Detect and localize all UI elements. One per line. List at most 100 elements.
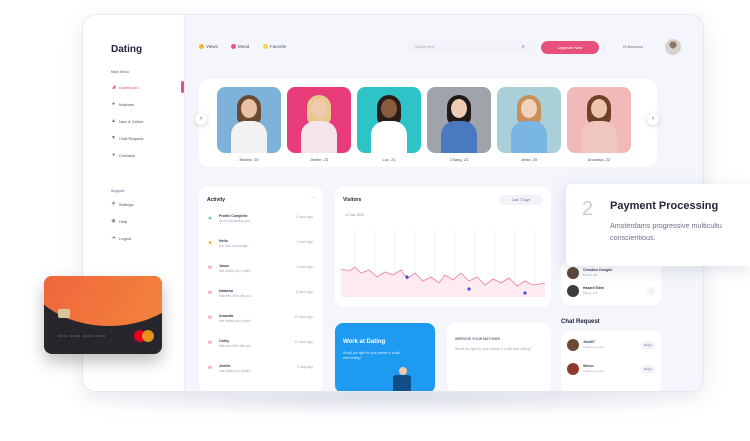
- avatar[interactable]: [665, 39, 681, 55]
- main-menu-label: Main Menu: [111, 70, 130, 74]
- profile-name: Jenifer, 23: [309, 157, 329, 162]
- profile-photo: [427, 87, 491, 153]
- activity-time: 12 hours ago: [294, 340, 313, 344]
- avatar: [567, 285, 579, 297]
- svg-text:∙∙: ∙∙: [493, 226, 495, 230]
- profile-photo: [287, 87, 351, 153]
- profile-card[interactable]: Lux, 21: [357, 87, 421, 162]
- sidebar-item-logout[interactable]: ➜ Logout: [111, 233, 131, 243]
- more-icon[interactable]: ···: [310, 195, 315, 201]
- sidebar-item-help[interactable]: ◉ Help: [111, 216, 127, 226]
- work-title: Work at Dating: [343, 339, 386, 345]
- people-icon: ●: [111, 101, 116, 107]
- sidebar-item-contacts[interactable]: ♦ Contacts: [111, 150, 135, 160]
- profile-card[interactable]: Anushka, 22: [567, 87, 631, 162]
- profile-photo: [217, 87, 281, 153]
- sidebar-item-chat-request[interactable]: ▼ Chat Request: [111, 133, 143, 143]
- sidebar-item-label: Dashboard: [119, 84, 139, 90]
- visitors-date: 12 Jan 2020: [345, 213, 365, 217]
- chat-request-title: Chat Request: [561, 319, 600, 325]
- list-item[interactable]: ✉ Amanda has visited your profile 10 hours …: [207, 313, 317, 333]
- mail-icon: ✉: [207, 315, 213, 321]
- profile-card[interactable]: Jenia, 25: [497, 87, 561, 162]
- chevron-right-icon[interactable]: ›: [647, 287, 655, 295]
- search-icon[interactable]: ⌕: [522, 41, 525, 54]
- step-number: 2: [582, 198, 594, 220]
- profile-name: Chang, 23: [449, 157, 469, 162]
- person-icon: ▲: [111, 118, 116, 124]
- top-header: Views Mood Favorite Search here ⌕ Upgrad…: [185, 35, 703, 61]
- match-location: Bristol, UK: [583, 273, 598, 277]
- work-banner[interactable]: Work at Dating Would you fight for your …: [335, 323, 435, 391]
- chat-name: Jack97: [583, 340, 595, 344]
- range-dropdown[interactable]: Last 7 Days: [499, 195, 543, 205]
- activity-name: Jason: [219, 264, 230, 268]
- avatar: [567, 339, 579, 351]
- list-item[interactable]: ✉ Jason has visited your profile 3 hours ag…: [207, 263, 317, 283]
- svg-text:∙∙: ∙∙: [353, 226, 355, 230]
- svg-text:∙∙: ∙∙: [413, 226, 415, 230]
- svg-text:∙∙: ∙∙: [473, 226, 475, 230]
- improve-desc: Would you fight for your partner in a wi…: [455, 347, 532, 351]
- visitors-card: Visitors Last 7 Days 12 Jan 2020 ∙∙ ∙∙ ∙∙ …: [335, 187, 551, 307]
- chat-icon: ■: [208, 240, 212, 246]
- reply-button[interactable]: Reply: [641, 365, 655, 373]
- chevron-right-icon[interactable]: ›: [647, 113, 659, 125]
- sidebar-item-new-online[interactable]: ▲ New & Online: [111, 116, 143, 126]
- help-icon: ◉: [111, 218, 116, 224]
- user-name[interactable]: Hi Alexandra: [623, 45, 643, 49]
- sidebar-item-dashboard[interactable]: ◢ Dashboard: [111, 82, 139, 92]
- activity-time: 2 days ago: [297, 365, 313, 369]
- activity-time: 1 hours ago: [296, 240, 313, 244]
- list-item[interactable]: ✉ Jenifer has visited your profile 2 days a…: [207, 363, 317, 383]
- chart-ticks: ∙∙ ∙∙ ∙∙ ∙∙ ∙∙ ∙∙ ∙∙ ∙∙ ∙∙: [353, 226, 515, 230]
- sidebar-item-label: Contacts: [119, 152, 135, 158]
- chevron-left-icon[interactable]: ‹: [195, 113, 207, 125]
- favorite-chip[interactable]: Favorite: [263, 44, 286, 49]
- improve-title: IMPROVE YOUR MATCHES: [455, 337, 501, 341]
- payment-desc-line1: Amsterdams progressive multicultu: [610, 221, 722, 230]
- list-item[interactable]: Christine Dongler Bristol, UK: [567, 267, 657, 283]
- sidebar-item-settings[interactable]: ✲ Settings: [111, 199, 133, 209]
- search-input[interactable]: Search here ⌕: [407, 41, 531, 54]
- mood-label: Mood: [238, 44, 250, 49]
- profile-name: Beatriz, 26: [239, 157, 259, 162]
- gear-icon: ✲: [111, 201, 116, 207]
- list-item[interactable]: Simon Looking for you Reply: [567, 363, 657, 379]
- list-item[interactable]: ✉ Natasha Matched 40% with you 8 hours ago: [207, 288, 317, 308]
- visitors-title: Visitors: [343, 197, 362, 203]
- activity-desc: you sent a message: [219, 244, 248, 248]
- views-chip[interactable]: Views: [199, 44, 218, 49]
- card-number: 0000 0000 0000 0000: [58, 334, 107, 338]
- list-item[interactable]: ▲ Profile Complete so on completing your 2 …: [207, 213, 317, 233]
- check-icon: ▲: [207, 215, 213, 221]
- list-item[interactable]: Jack97 Looking for you Reply: [567, 339, 657, 355]
- logout-icon: ➜: [111, 235, 116, 241]
- credit-card: 0000 0000 0000 0000: [44, 276, 162, 354]
- svg-text:∙∙: ∙∙: [373, 226, 375, 230]
- list-item[interactable]: ■ Hello you sent a message 1 hours ago: [207, 238, 317, 258]
- brand-logo[interactable]: Dating: [111, 44, 142, 55]
- svg-text:∙∙: ∙∙: [453, 226, 455, 230]
- chat-sub: Looking for you: [583, 345, 604, 349]
- chart-point[interactable]: [405, 275, 409, 279]
- chat-sub: Looking for you: [583, 369, 604, 373]
- profile-card[interactable]: Jenifer, 23: [287, 87, 351, 162]
- reply-button[interactable]: Reply: [641, 341, 655, 349]
- activity-desc: Matched 65% with you: [219, 344, 252, 348]
- chart-point[interactable]: [467, 287, 471, 291]
- profile-name: Jenia, 25: [520, 157, 538, 162]
- visitors-chart: ∙∙ ∙∙ ∙∙ ∙∙ ∙∙ ∙∙ ∙∙ ∙∙ ∙∙: [341, 226, 545, 297]
- match-location: Bristol, UK: [583, 291, 598, 295]
- upgrade-button[interactable]: Upgrade Now: [541, 41, 599, 54]
- list-item[interactable]: ✉ Cathy Matched 65% with you 12 hours ago: [207, 338, 317, 358]
- mood-chip[interactable]: Mood: [231, 44, 249, 49]
- header-divider: [604, 43, 605, 53]
- sidebar-item-matches[interactable]: ● Matches: [111, 99, 134, 109]
- list-item[interactable]: Hazard Eden Bristol, UK ›: [567, 285, 657, 301]
- chart-point[interactable]: [523, 291, 527, 295]
- search-placeholder: Search here: [415, 45, 435, 49]
- profile-card[interactable]: Chang, 23: [427, 87, 491, 162]
- profile-card[interactable]: Beatriz, 26: [217, 87, 281, 162]
- mail-icon: ✉: [207, 365, 213, 371]
